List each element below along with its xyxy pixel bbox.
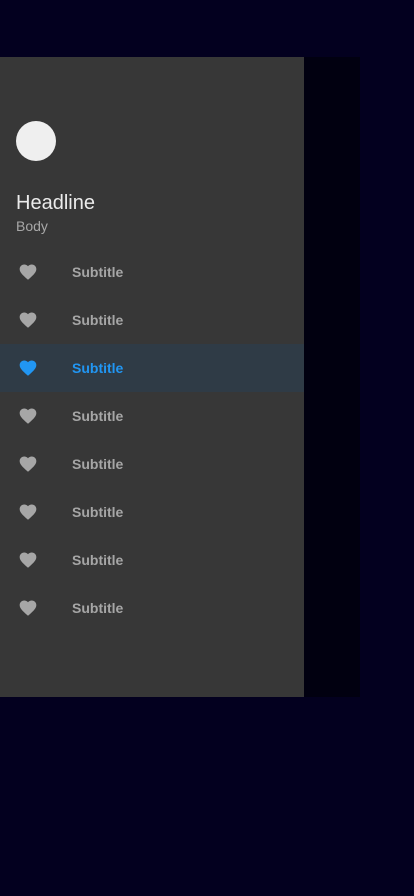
navigation-drawer: Headline Body Subtitle Subtitle Subtitle… <box>0 57 304 697</box>
menu-item[interactable]: Subtitle <box>0 392 304 440</box>
drawer-headline: Headline <box>16 192 95 214</box>
menu-item-label: Subtitle <box>72 312 124 328</box>
menu-item[interactable]: Subtitle <box>0 344 304 392</box>
menu-item[interactable]: Subtitle <box>0 440 304 488</box>
heart-icon <box>17 406 39 426</box>
heart-icon <box>17 502 39 522</box>
heart-icon <box>17 310 39 330</box>
menu-item-label: Subtitle <box>72 408 124 424</box>
heart-icon <box>17 358 39 378</box>
heart-icon <box>17 598 39 618</box>
menu-item[interactable]: Subtitle <box>0 584 304 632</box>
heart-icon <box>17 262 39 282</box>
drawer-menu: Subtitle Subtitle Subtitle Subtitle Subt… <box>0 248 304 632</box>
menu-item-label: Subtitle <box>72 504 124 520</box>
avatar[interactable] <box>16 121 56 161</box>
menu-item[interactable]: Subtitle <box>0 536 304 584</box>
heart-icon <box>17 454 39 474</box>
menu-item[interactable]: Subtitle <box>0 488 304 536</box>
menu-item-label: Subtitle <box>72 360 124 376</box>
heart-icon <box>17 550 39 570</box>
menu-item-label: Subtitle <box>72 264 124 280</box>
menu-item-label: Subtitle <box>72 552 124 568</box>
menu-item-label: Subtitle <box>72 456 124 472</box>
menu-item[interactable]: Subtitle <box>0 248 304 296</box>
drawer-body: Body <box>16 218 48 234</box>
menu-item-label: Subtitle <box>72 600 124 616</box>
menu-item[interactable]: Subtitle <box>0 296 304 344</box>
